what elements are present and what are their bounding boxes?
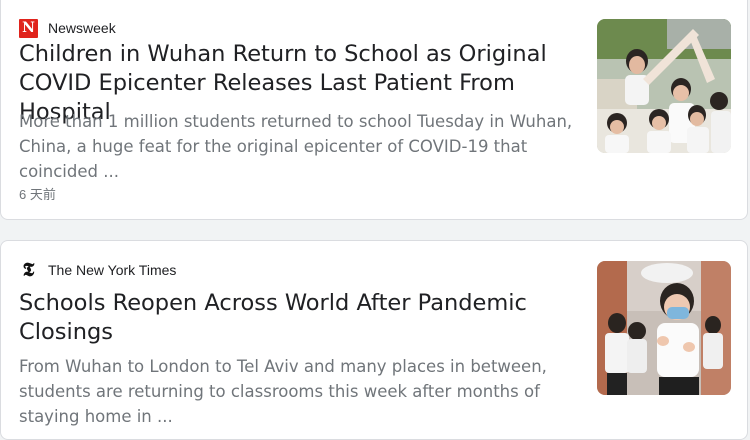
source-name: Newsweek (48, 20, 116, 36)
timestamp: 6 天前 (19, 187, 56, 202)
students-raising-hands-photo (597, 19, 731, 153)
source-name: The New York Times (48, 262, 177, 278)
newsweek-logo-icon: N (19, 18, 38, 38)
thumbnail-image[interactable] (597, 261, 731, 395)
snippet: From Wuhan to London to Tel Aviv and man… (19, 357, 547, 426)
news-result-card[interactable]: 𝕿 The New York Times Schools Reopen Acro… (0, 240, 748, 440)
thumbnail-image[interactable] (597, 19, 731, 153)
nyt-logo-icon: 𝕿 (22, 258, 35, 281)
student-with-mask-photo (597, 261, 731, 395)
news-source[interactable]: N Newsweek (19, 18, 116, 38)
news-result-card[interactable]: N Newsweek Children in Wuhan Return to S… (0, 0, 748, 220)
snippet: More than 1 million students returned to… (19, 112, 573, 181)
news-source[interactable]: 𝕿 The New York Times (19, 258, 177, 281)
headline-link[interactable]: Schools Reopen Across World After Pandem… (19, 289, 589, 347)
